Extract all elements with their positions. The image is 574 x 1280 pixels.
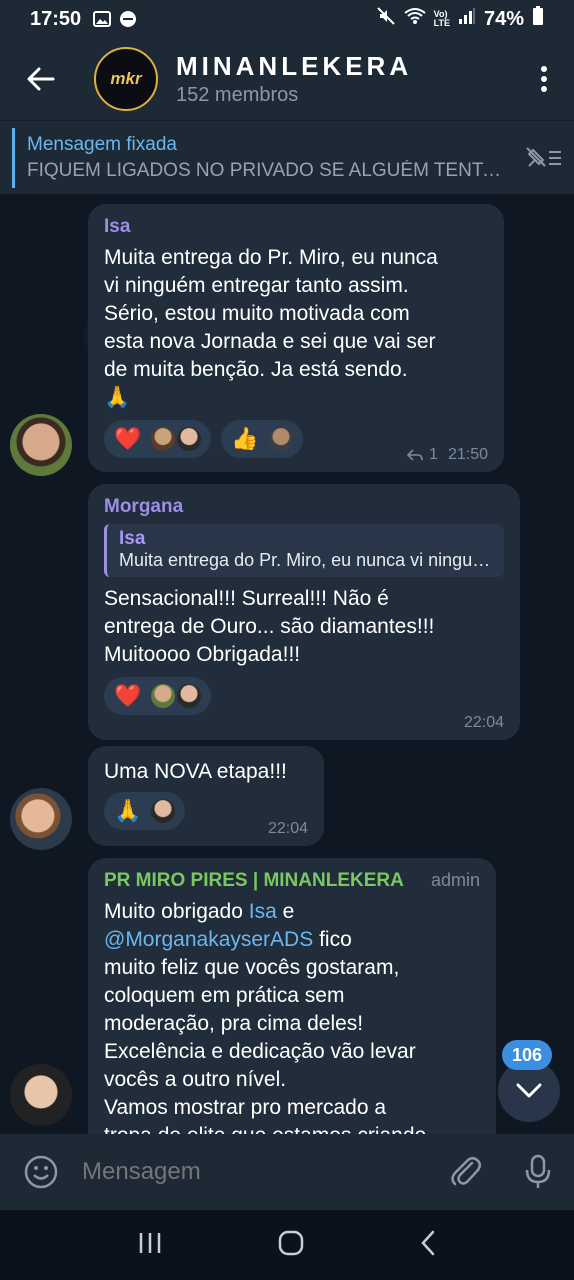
- recent-apps-icon: [139, 1232, 161, 1253]
- chevron-down-icon: [516, 1083, 542, 1098]
- paperclip-icon: [451, 1157, 481, 1186]
- message-text: Uma NOVA etapa!!!: [104, 760, 287, 783]
- pinned-indicator-bar: [12, 127, 15, 188]
- message-text: Sensacional!!! Surreal!!! Não é entrega …: [104, 587, 435, 666]
- member-count: 152 membros: [176, 84, 299, 106]
- quoted-text: Muita entrega do Pr. Miro, eu nunca vi n…: [119, 550, 494, 570]
- recent-apps-button[interactable]: [137, 1231, 163, 1260]
- heart-emoji: ❤️: [114, 683, 142, 708]
- kebab-menu-icon: [541, 66, 547, 92]
- home-button[interactable]: [277, 1229, 305, 1262]
- admin-badge: admin: [430, 870, 480, 890]
- message-time: 21:50: [447, 446, 488, 463]
- message-list[interactable]: Isa Muita entrega do Pr. Miro, eu nunca …: [0, 194, 574, 1134]
- message-sender[interactable]: PR MIRO PIRES | MINANLEKERA admin: [104, 870, 480, 892]
- unread-count-badge: 106: [502, 1040, 552, 1070]
- status-bar: 17:50 Vo) LTE 74%: [0, 0, 574, 38]
- mention-link[interactable]: Isa: [249, 900, 277, 923]
- reaction-pray[interactable]: 🙏: [104, 792, 186, 830]
- back-button[interactable]: [0, 38, 82, 120]
- pin-list-icon: [526, 146, 561, 167]
- message-text: Muito obrigado Isa e @MorganakayserADS f…: [104, 900, 426, 1134]
- pinned-label: Mensagem fixada: [27, 133, 177, 155]
- thumbs-up-emoji: 👍: [231, 426, 259, 451]
- quoted-message[interactable]: Isa Muita entrega do Pr. Miro, eu nunca …: [104, 524, 504, 577]
- reactions-row: ❤️: [104, 677, 504, 715]
- message-meta: 22:04: [464, 714, 504, 732]
- image-icon: [93, 11, 112, 27]
- smiley-icon: [24, 1155, 58, 1189]
- message-sender[interactable]: Isa: [104, 216, 488, 238]
- pinned-message[interactable]: Mensagem fixada FIQUEM LIGADOS NO PRIVAD…: [0, 120, 574, 194]
- system-nav-bar: [0, 1210, 574, 1280]
- wifi-icon: [404, 7, 426, 31]
- battery-icon: [532, 6, 544, 32]
- arrow-left-icon: [27, 67, 55, 91]
- avatar[interactable]: [10, 1064, 72, 1126]
- group-avatar[interactable]: mkr: [94, 47, 158, 111]
- system-back-button[interactable]: [419, 1229, 437, 1262]
- reactor-avatar: [175, 682, 204, 710]
- message-bubble[interactable]: Uma NOVA etapa!!! 🙏 22:04: [88, 746, 324, 846]
- dnd-icon: [119, 10, 137, 28]
- voice-record-button[interactable]: [502, 1154, 574, 1190]
- back-chevron-icon: [421, 1230, 435, 1255]
- home-icon: [278, 1230, 304, 1255]
- message-bubble[interactable]: Morgana Isa Muita entrega do Pr. Miro, e…: [88, 484, 520, 740]
- reactor-avatar: [149, 425, 178, 453]
- mention-link[interactable]: @MorganakayserADS: [104, 928, 313, 951]
- chat-header: mkr MINANLEKERA 152 membros: [0, 38, 574, 120]
- pinned-list-button[interactable]: [514, 146, 574, 170]
- quoted-sender: Isa: [119, 528, 146, 549]
- reply-icon: [407, 449, 423, 461]
- message-bubble[interactable]: Isa Muita entrega do Pr. Miro, eu nunca …: [88, 204, 504, 472]
- message-time: 22:04: [463, 714, 504, 731]
- avatar[interactable]: [10, 788, 72, 850]
- message-sender[interactable]: Morgana: [104, 496, 504, 518]
- chat-title-block[interactable]: MINANLEKERA 152 membros: [176, 51, 412, 107]
- attach-button[interactable]: [430, 1155, 502, 1189]
- message-input[interactable]: [82, 1158, 430, 1186]
- message-meta: 22:04: [268, 820, 308, 838]
- heart-emoji: ❤️: [114, 426, 142, 451]
- message-bubble[interactable]: PR MIRO PIRES | MINANLEKERA admin Muito …: [88, 858, 496, 1134]
- reply-count[interactable]: 1: [429, 446, 438, 464]
- message-text: Muita entrega do Pr. Miro, eu nunca vi n…: [104, 246, 438, 409]
- mute-icon: [376, 6, 396, 32]
- reactor-avatar: [175, 425, 204, 453]
- status-time: 17:50: [30, 7, 82, 30]
- volte-icon: Vo) LTE: [433, 9, 450, 28]
- microphone-icon: [525, 1154, 551, 1188]
- more-options-button[interactable]: [514, 38, 574, 120]
- reactor-avatar: [149, 682, 178, 710]
- reactor-avatar: [149, 797, 178, 825]
- avatar[interactable]: [10, 414, 72, 476]
- pray-emoji: 🙏: [114, 798, 142, 823]
- message-meta: 1 21:50: [407, 446, 488, 464]
- battery-level: 74%: [483, 7, 524, 30]
- signal-icon: [458, 7, 476, 31]
- message-time: 22:04: [267, 820, 308, 837]
- chat-title: MINANLEKERA: [176, 51, 413, 81]
- reactor-avatar: [266, 425, 295, 453]
- reaction-heart[interactable]: ❤️: [104, 677, 212, 715]
- reaction-heart[interactable]: ❤️: [104, 420, 212, 458]
- reaction-thumbs-up[interactable]: 👍: [221, 420, 303, 458]
- message-input-bar: [0, 1134, 574, 1210]
- pinned-text: FIQUEM LIGADOS NO PRIVADO SE ALGUÉM TENT…: [27, 159, 507, 181]
- emoji-button[interactable]: [0, 1155, 82, 1189]
